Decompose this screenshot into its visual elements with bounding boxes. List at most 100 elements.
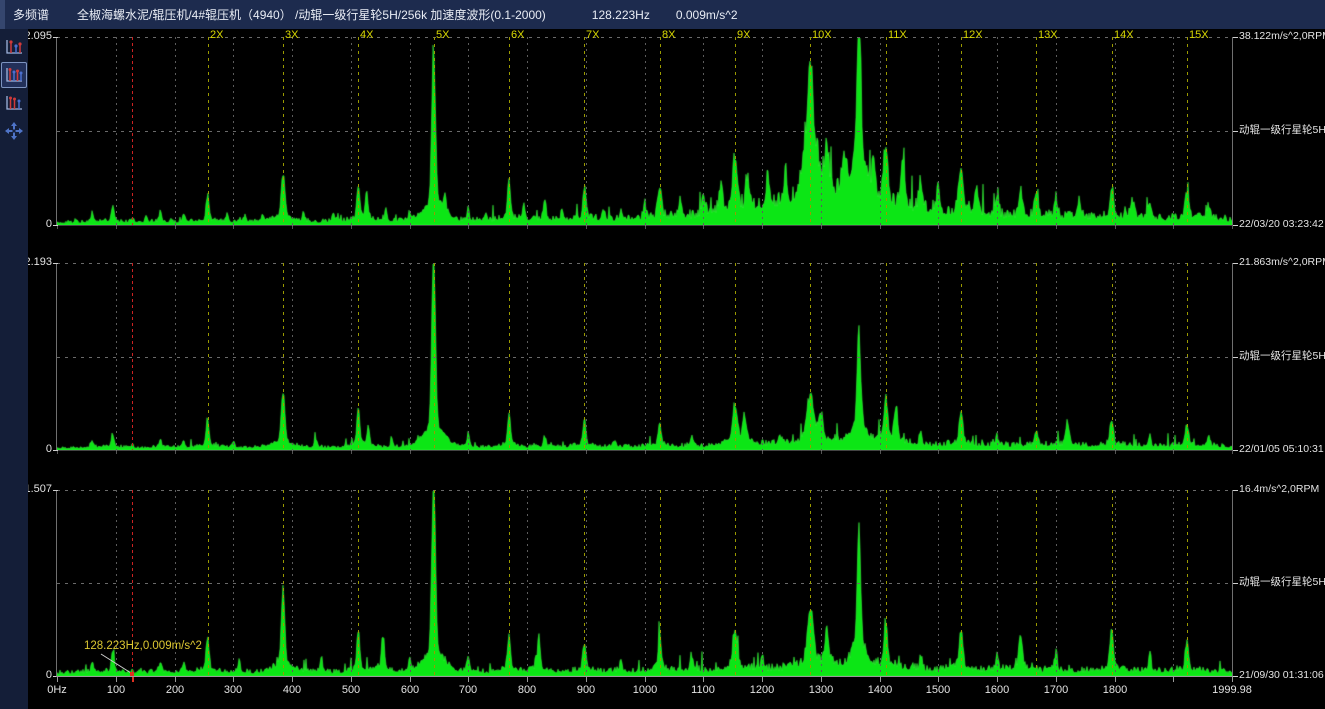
grid-line-100hz: [703, 263, 704, 450]
harmonic-marker-line: [434, 263, 435, 450]
toolbar-sidebar: [0, 29, 28, 709]
grid-line-100hz: [1173, 490, 1174, 676]
harmonic-marker-line: [434, 37, 435, 225]
x-tick-label: 1600: [985, 684, 1009, 697]
baseline-tick: [175, 225, 176, 229]
harmonic-marker-line: [358, 490, 359, 676]
x-tick-label: 1200: [750, 684, 774, 697]
x-axis-tick: [762, 677, 763, 682]
harmonic-marker-line: [1112, 37, 1113, 225]
x-tick-label: 1700: [1044, 684, 1068, 697]
plot-left-border: [56, 263, 57, 450]
right-tick: [1233, 490, 1238, 491]
x-tick-label: 800: [518, 684, 536, 697]
x-tick-label: 1800: [1103, 684, 1127, 697]
grid-line-100hz: [292, 490, 293, 676]
baseline-tick: [1173, 225, 1174, 229]
single-spectrum-tool-button[interactable]: [1, 34, 27, 60]
grid-line-100hz: [821, 263, 822, 450]
harmonic-marker-line: [1036, 263, 1037, 450]
harmonic-marker-line: [810, 490, 811, 676]
grid-line-100hz: [233, 37, 234, 225]
right-tick: [1233, 583, 1238, 584]
harmonic-marker-line: [509, 37, 510, 225]
harmonic-label: 10X: [812, 29, 832, 42]
right-tick: [1233, 357, 1238, 358]
harmonic-marker-line: [1112, 263, 1113, 450]
baseline-tick: [233, 225, 234, 229]
baseline-tick: [410, 225, 411, 229]
harmonic-marker-line: [584, 263, 585, 450]
harmonic-marker-line: [1187, 263, 1188, 450]
grid-line-100hz: [1115, 490, 1116, 676]
pan-tool-button[interactable]: [1, 118, 27, 144]
harmonic-marker-line: [961, 490, 962, 676]
harmonic-marker-line: [886, 37, 887, 225]
baseline-tick: [703, 225, 704, 229]
baseline-tick: [351, 450, 352, 454]
x-axis-tick: [997, 677, 998, 682]
baseline-tick: [703, 450, 704, 454]
grid-line-100hz: [468, 263, 469, 450]
grid-line-100hz: [351, 263, 352, 450]
harmonic-marker-line: [283, 490, 284, 676]
grid-line-100hz: [410, 490, 411, 676]
grid-line-100hz: [233, 263, 234, 450]
grid-line-100hz: [762, 37, 763, 225]
baseline-tick: [175, 450, 176, 454]
grid-line-100hz: [351, 490, 352, 676]
baseline-tick: [762, 450, 763, 454]
baseline-tick: [586, 225, 587, 229]
x-axis-tick: [703, 677, 704, 682]
stacked-spectrum-tool-button[interactable]: [1, 90, 27, 116]
x-tick-label: 300: [224, 684, 242, 697]
grid-line-100hz: [292, 263, 293, 450]
grid-line-100hz: [1056, 37, 1057, 225]
grid-line-100hz: [175, 37, 176, 225]
y-max-tick: [53, 490, 58, 491]
baseline-tick: [527, 450, 528, 454]
x-tick-label: 1000: [633, 684, 657, 697]
baseline-tick: [586, 450, 587, 454]
x-axis-tick: [1056, 677, 1057, 682]
harmonic-marker-line: [358, 37, 359, 225]
right-scale-label: 21.863m/s^2,0RPM: [1239, 256, 1325, 269]
baseline-tick: [1173, 450, 1174, 454]
harmonic-marker-line: [358, 263, 359, 450]
annotation-leader-line: [95, 651, 135, 677]
x-axis-tick: [1232, 677, 1233, 682]
harmonic-marker-line: [735, 263, 736, 450]
record-time-label: 22/03/20 03:23:42: [1239, 218, 1324, 231]
grid-line-100hz: [762, 263, 763, 450]
harmonic-marker-line: [434, 490, 435, 676]
grid-line-100hz: [703, 37, 704, 225]
harmonic-marker-line: [208, 263, 209, 450]
cursor-line: [132, 37, 133, 225]
title-bar: 多频谱 全椒海螺水泥/辊压机/4#辊压机（4940） /动辊一级行星轮5H/25…: [0, 0, 1325, 29]
baseline-tick: [762, 225, 763, 229]
y-max-tick: [53, 37, 58, 38]
cursor-line: [132, 263, 133, 450]
harmonic-label: 13X: [1038, 29, 1058, 42]
grid-line-100hz: [880, 263, 881, 450]
grid-line-100hz: [233, 490, 234, 676]
cursor-axis-tick: [132, 677, 134, 682]
x-tick-label: 1400: [868, 684, 892, 697]
grid-line-100hz: [1173, 37, 1174, 225]
x-axis-tick: [292, 677, 293, 682]
grid-line-100hz: [821, 490, 822, 676]
x-tick-label: 600: [401, 684, 419, 697]
grid-line-100hz: [527, 37, 528, 225]
harmonic-marker-line: [735, 490, 736, 676]
baseline-tick: [821, 450, 822, 454]
grid-line-100hz: [821, 37, 822, 225]
grid-line-100hz: [703, 490, 704, 676]
x-axis-tick: [938, 677, 939, 682]
multi-spectrum-tool-button[interactable]: [1, 62, 27, 88]
y-zero-tick: [53, 450, 58, 451]
grid-line-100hz: [938, 37, 939, 225]
x-tick-label: 0Hz: [47, 684, 67, 697]
grid-line-100hz: [645, 263, 646, 450]
x-axis-tick: [586, 677, 587, 682]
multi-spectrum-chart-area[interactable]: 2.095038.122m/s^2,0RPM动辊一级行星轮5H22/03/20 …: [0, 0, 1325, 709]
